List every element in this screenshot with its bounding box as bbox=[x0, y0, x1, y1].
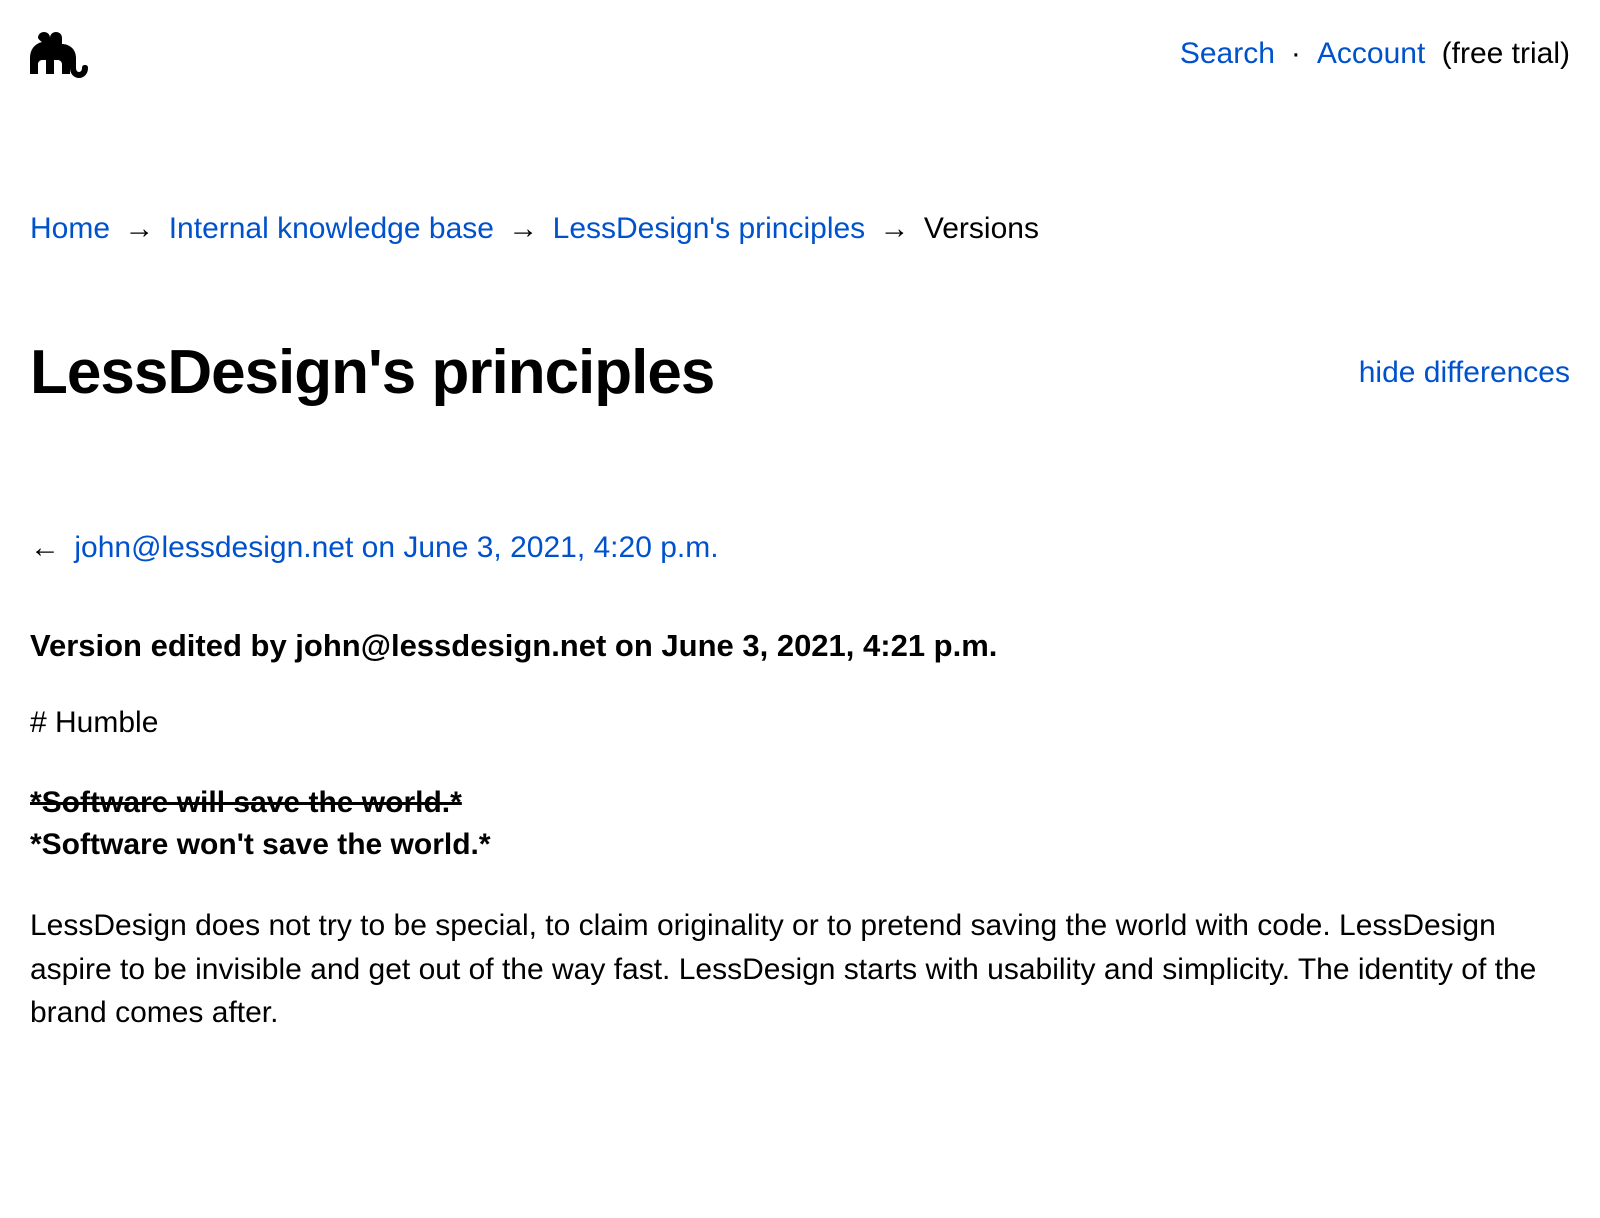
arrow-right-icon: → bbox=[880, 212, 910, 245]
header: Search · Account (free trial) bbox=[30, 30, 1570, 78]
diff-block: *Software will save the world.* *Softwar… bbox=[30, 782, 1570, 866]
logo[interactable] bbox=[30, 30, 92, 78]
breadcrumb-current: Versions bbox=[924, 212, 1039, 245]
arrow-right-icon: → bbox=[508, 212, 538, 245]
previous-version-link[interactable]: john@lessdesign.net on June 3, 2021, 4:2… bbox=[74, 531, 718, 564]
account-link[interactable]: Account bbox=[1317, 33, 1425, 75]
breadcrumb-principles[interactable]: LessDesign's principles bbox=[553, 212, 866, 245]
free-trial-label: (free trial) bbox=[1433, 33, 1570, 75]
version-editor-heading: Version edited by john@lessdesign.net on… bbox=[30, 624, 1570, 667]
previous-version-nav: ← john@lessdesign.net on June 3, 2021, 4… bbox=[30, 527, 1570, 569]
content-heading-line: # Humble bbox=[30, 702, 1570, 744]
hide-differences-link[interactable]: hide differences bbox=[1359, 352, 1570, 394]
diff-added-line: *Software won't save the world.* bbox=[30, 824, 1570, 866]
content-paragraph: LessDesign does not try to be special, t… bbox=[30, 904, 1550, 1035]
title-row: LessDesign's principles hide differences bbox=[30, 330, 1570, 417]
page-title: LessDesign's principles bbox=[30, 330, 714, 417]
arrow-right-icon: → bbox=[124, 212, 154, 245]
elephant-icon bbox=[30, 30, 92, 78]
breadcrumb-home[interactable]: Home bbox=[30, 212, 110, 245]
header-right: Search · Account (free trial) bbox=[1180, 33, 1570, 75]
breadcrumb-kb[interactable]: Internal knowledge base bbox=[169, 212, 494, 245]
search-link[interactable]: Search bbox=[1180, 33, 1275, 75]
breadcrumb: Home → Internal knowledge base → LessDes… bbox=[30, 208, 1570, 250]
diff-removed-line: *Software will save the world.* bbox=[30, 782, 1570, 824]
nav-dot-separator: · bbox=[1291, 33, 1301, 75]
arrow-left-icon: ← bbox=[30, 531, 60, 564]
